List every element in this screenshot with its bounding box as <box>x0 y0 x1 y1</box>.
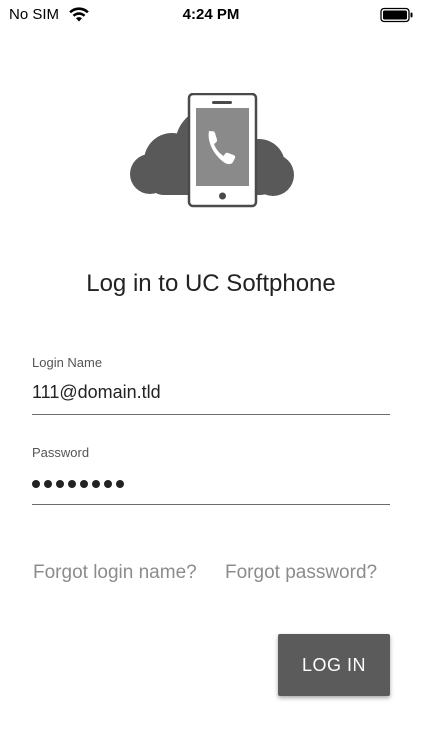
status-time: 4:24 PM <box>182 6 240 23</box>
password-underline <box>32 504 390 505</box>
password-mask-dot <box>104 480 112 488</box>
password-mask-dot <box>80 480 88 488</box>
page-title: Log in to UC Softphone <box>86 270 336 297</box>
login-name-input[interactable]: 111@domain.tld <box>32 382 390 406</box>
forgot-password-link[interactable]: Forgot password? <box>225 562 377 584</box>
login-name-label: Login Name <box>32 355 103 370</box>
battery-full-icon <box>380 7 414 27</box>
password-mask-dot <box>56 480 64 488</box>
cloud-phone-logo <box>125 92 297 209</box>
login-name-field[interactable]: Login Name 111@domain.tld <box>32 355 390 415</box>
forgot-login-name-link[interactable]: Forgot login name? <box>33 562 197 584</box>
login-name-underline <box>32 414 390 415</box>
password-mask-dot <box>32 480 40 488</box>
password-input[interactable] <box>32 472 390 496</box>
status-bar: No SIM 4:24 PM <box>0 0 422 30</box>
login-button[interactable]: LOG IN <box>278 634 390 696</box>
password-mask-dot <box>116 480 124 488</box>
login-screen: No SIM 4:24 PM Log in to UC Softphone Lo… <box>0 0 422 750</box>
password-mask-dot <box>44 480 52 488</box>
password-mask-dot <box>68 480 76 488</box>
password-mask-dot <box>92 480 100 488</box>
password-field[interactable]: Password <box>32 445 390 505</box>
password-label: Password <box>32 445 90 460</box>
